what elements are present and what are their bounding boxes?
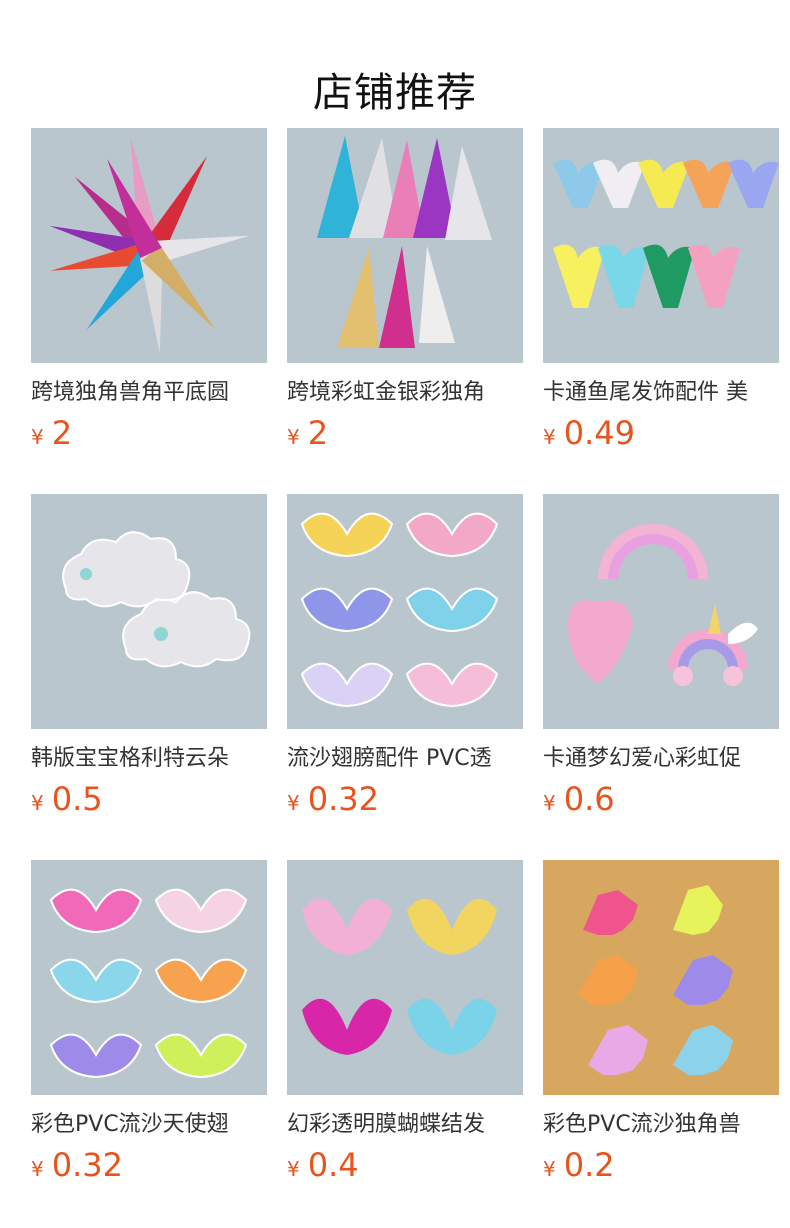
product-price: ¥2 bbox=[287, 413, 328, 453]
glitter-clouds-photo-icon bbox=[31, 494, 267, 729]
product-image[interactable] bbox=[543, 494, 779, 729]
product-price: ¥0.6 bbox=[543, 779, 615, 819]
product-image[interactable] bbox=[543, 860, 779, 1095]
unicorn-horns-photo-icon bbox=[31, 128, 267, 363]
product-card[interactable]: 韩版宝宝格利特云朵 ¥0.5 bbox=[31, 494, 267, 824]
price-amount: 0.32 bbox=[307, 780, 379, 818]
product-name[interactable]: 幻彩透明膜蝴蝶结发 bbox=[287, 1110, 523, 1140]
sequin-wings-photo-icon bbox=[287, 494, 523, 729]
product-image[interactable] bbox=[287, 494, 523, 729]
product-card[interactable]: 卡通梦幻爱心彩虹促 ¥0.6 bbox=[543, 494, 779, 824]
currency-symbol: ¥ bbox=[543, 425, 556, 449]
currency-symbol: ¥ bbox=[287, 425, 300, 449]
product-image[interactable] bbox=[287, 860, 523, 1095]
product-name[interactable]: 彩色PVC流沙独角兽 bbox=[543, 1110, 779, 1140]
product-card[interactable]: 跨境独角兽角平底圆 ¥2 bbox=[31, 128, 267, 458]
price-amount: 2 bbox=[307, 414, 329, 452]
price-amount: 0.5 bbox=[51, 780, 103, 818]
product-name[interactable]: 流沙翅膀配件 PVC透 bbox=[287, 744, 523, 774]
currency-symbol: ¥ bbox=[31, 1157, 44, 1181]
price-amount: 0.49 bbox=[563, 414, 635, 452]
currency-symbol: ¥ bbox=[543, 791, 556, 815]
currency-symbol: ¥ bbox=[31, 425, 44, 449]
price-amount: 0.4 bbox=[307, 1146, 359, 1184]
product-card[interactable]: 彩色PVC流沙天使翅 ¥0.32 bbox=[31, 860, 267, 1190]
product-price: ¥0.2 bbox=[543, 1145, 615, 1185]
currency-symbol: ¥ bbox=[543, 1157, 556, 1181]
product-image[interactable] bbox=[31, 494, 267, 729]
product-image[interactable] bbox=[31, 128, 267, 363]
product-image[interactable] bbox=[543, 128, 779, 363]
unicorn-figures-photo-icon bbox=[543, 860, 779, 1095]
product-card[interactable]: 流沙翅膀配件 PVC透 ¥0.32 bbox=[287, 494, 523, 824]
currency-symbol: ¥ bbox=[31, 791, 44, 815]
product-name[interactable]: 跨境彩虹金银彩独角 bbox=[287, 378, 523, 408]
rainbow-unicorn-horns-photo-icon bbox=[287, 128, 523, 363]
product-price: ¥0.5 bbox=[31, 779, 103, 819]
angel-wings-photo-icon bbox=[31, 860, 267, 1095]
product-name[interactable]: 跨境独角兽角平底圆 bbox=[31, 378, 267, 408]
product-price: ¥0.49 bbox=[543, 413, 635, 453]
price-amount: 0.2 bbox=[563, 1146, 615, 1184]
product-grid: 跨境独角兽角平底圆 ¥2 跨境彩虹金银彩独角 ¥ 2 卡通鱼尾发饰配件 美 ¥ … bbox=[31, 128, 790, 1228]
product-card[interactable]: 卡通鱼尾发饰配件 美 ¥0.49 bbox=[543, 128, 779, 458]
iridescent-bows-photo-icon bbox=[287, 860, 523, 1095]
currency-symbol: ¥ bbox=[287, 1157, 300, 1181]
product-card[interactable]: 幻彩透明膜蝴蝶结发 ¥0.4 bbox=[287, 860, 523, 1190]
product-name[interactable]: 韩版宝宝格利特云朵 bbox=[31, 744, 267, 774]
product-card[interactable]: 彩色PVC流沙独角兽 ¥0.2 bbox=[543, 860, 779, 1190]
price-amount: 2 bbox=[51, 414, 73, 452]
mermaid-tails-photo-icon bbox=[543, 128, 779, 363]
price-amount: 0.6 bbox=[563, 780, 615, 818]
product-image[interactable] bbox=[31, 860, 267, 1095]
product-name[interactable]: 卡通鱼尾发饰配件 美 bbox=[543, 378, 779, 408]
product-name[interactable]: 彩色PVC流沙天使翅 bbox=[31, 1110, 267, 1140]
product-card[interactable]: 跨境彩虹金银彩独角 ¥2 bbox=[287, 128, 523, 458]
currency-symbol: ¥ bbox=[287, 791, 300, 815]
product-price: ¥0.32 bbox=[31, 1145, 123, 1185]
price-amount: 0.32 bbox=[51, 1146, 123, 1184]
product-price: ¥0.32 bbox=[287, 779, 379, 819]
product-price: ¥2 bbox=[31, 413, 72, 453]
product-image[interactable] bbox=[287, 128, 523, 363]
product-price: ¥0.4 bbox=[287, 1145, 359, 1185]
product-name[interactable]: 卡通梦幻爱心彩虹促 bbox=[543, 744, 779, 774]
heart-rainbow-photo-icon bbox=[543, 494, 779, 729]
section-title: 店铺推荐 bbox=[313, 69, 477, 116]
